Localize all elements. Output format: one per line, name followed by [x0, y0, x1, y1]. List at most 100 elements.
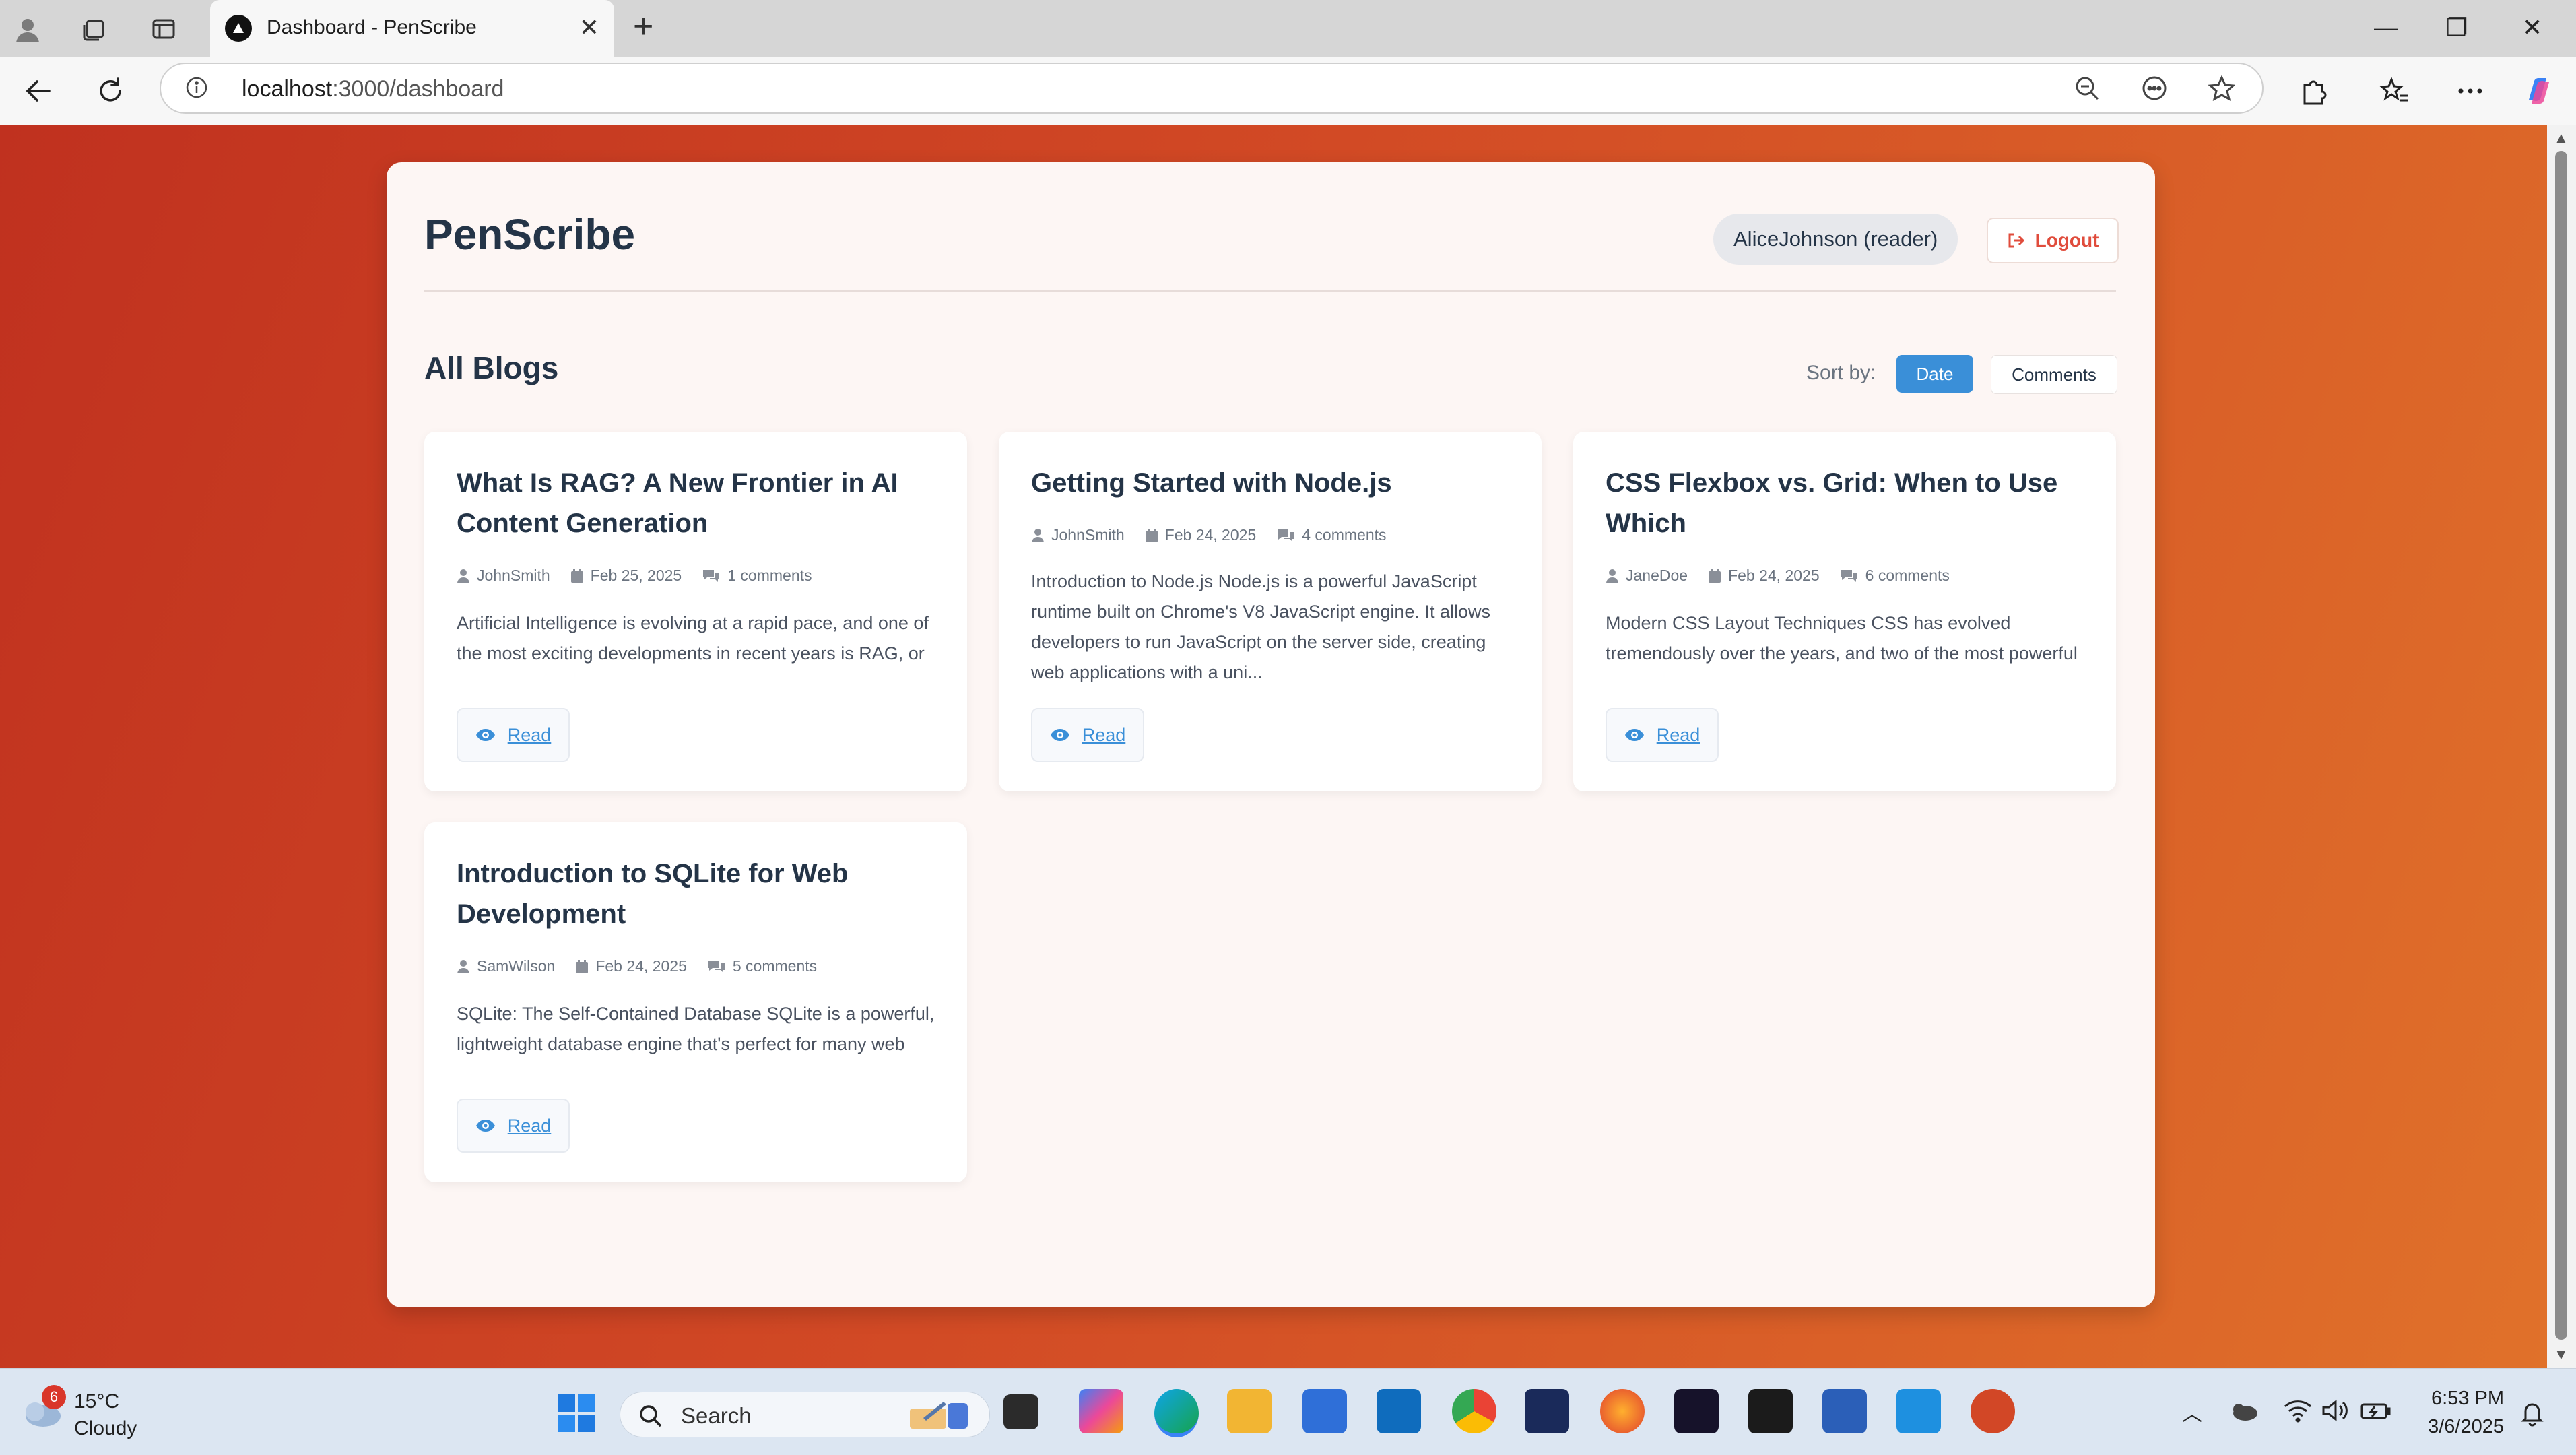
blog-meta: JohnSmith Feb 25, 2025 1 comments [457, 567, 812, 585]
eye-icon [1624, 729, 1644, 741]
scroll-thumb[interactable] [2555, 151, 2567, 1340]
zoom-out-icon[interactable] [2074, 75, 2101, 102]
comments-icon [1841, 569, 1857, 582]
tab-title: Dashboard - PenScribe [267, 16, 477, 38]
url-text: localhost:3000/dashboard [242, 76, 504, 102]
wifi-icon[interactable] [2283, 1398, 2313, 1423]
blog-comments: 4 comments [1276, 526, 1387, 544]
start-button[interactable] [556, 1393, 597, 1433]
logout-button[interactable]: Logout [1987, 218, 2119, 263]
notifications-bell-icon[interactable] [2519, 1400, 2546, 1427]
comment-count: 5 comments [732, 957, 818, 975]
onedrive-icon[interactable] [2229, 1398, 2259, 1423]
blog-card-nodejs[interactable]: Getting Started with Node.js JohnSmith F… [999, 432, 1542, 791]
sort-label: Sort by: [1806, 362, 1876, 384]
tab-dashboard[interactable]: Dashboard - PenScribe ✕ [210, 0, 614, 57]
blog-author: JaneDoe [1606, 567, 1688, 585]
blog-comments: 6 comments [1840, 567, 1950, 585]
powerpoint-icon[interactable] [1971, 1389, 2015, 1433]
sort-comments-button[interactable]: Comments [1991, 355, 2117, 394]
scroll-down-icon[interactable]: ▼ [2554, 1346, 2569, 1363]
clock-date[interactable]: 3/6/2025 [2423, 1416, 2504, 1438]
file-explorer-icon[interactable] [1227, 1389, 1272, 1433]
brand-logo[interactable]: PenScribe [424, 209, 635, 259]
outlook-icon[interactable] [1377, 1389, 1421, 1433]
blog-author: SamWilson [457, 957, 555, 975]
volume-icon[interactable] [2321, 1398, 2350, 1423]
read-button[interactable]: Read [457, 708, 570, 762]
more-options-icon[interactable] [2451, 72, 2489, 110]
user-icon [457, 959, 469, 973]
read-label: Read [1082, 724, 1126, 745]
sort-date-button[interactable]: Date [1896, 355, 1973, 393]
back-icon[interactable] [19, 72, 57, 110]
workspaces-icon[interactable] [77, 12, 110, 46]
window-close-icon[interactable]: ✕ [2522, 13, 2542, 42]
penscribe-favicon-icon [225, 15, 252, 42]
favorites-icon[interactable] [2376, 72, 2414, 110]
read-button[interactable]: Read [457, 1099, 570, 1153]
show-hidden-icons-icon[interactable]: ︿ [2182, 1397, 2202, 1427]
refresh-icon[interactable] [92, 72, 129, 110]
calendar-icon [1145, 528, 1158, 542]
windows-logo-icon [558, 1394, 595, 1432]
read-button[interactable]: Read [1031, 708, 1144, 762]
microsoft-store-icon[interactable] [1302, 1389, 1347, 1433]
tab-actions-icon[interactable] [147, 12, 180, 46]
section-title: All Blogs [424, 350, 559, 385]
read-button[interactable]: Read [1606, 708, 1719, 762]
blog-meta: JaneDoe Feb 24, 2025 6 comments [1606, 567, 1950, 585]
profile-icon[interactable] [11, 12, 44, 46]
firefox-icon[interactable] [1600, 1389, 1645, 1433]
author-name: JaneDoe [1626, 567, 1688, 584]
post-date: Feb 24, 2025 [595, 957, 687, 975]
calendar-icon [570, 569, 583, 583]
author-name: JohnSmith [1051, 526, 1125, 544]
copilot-icon[interactable] [2520, 72, 2558, 110]
page-scrollbar[interactable]: ▲ ▼ [2547, 125, 2576, 1368]
author-name: SamWilson [477, 957, 556, 975]
blog-card-sqlite[interactable]: Introduction to SQLite for Web Developme… [424, 822, 967, 1182]
blog-title[interactable]: Introduction to SQLite for Web Developme… [457, 853, 942, 934]
reading-mode-icon[interactable] [2141, 75, 2168, 102]
dashboard-container: PenScribe AliceJohnson (reader) Logout A… [387, 162, 2155, 1307]
task-view-icon[interactable] [1003, 1394, 1038, 1429]
blog-date: Feb 24, 2025 [1145, 526, 1256, 544]
site-info-icon[interactable] [185, 76, 208, 99]
scroll-up-icon[interactable]: ▲ [2554, 129, 2569, 147]
address-bar[interactable]: localhost:3000/dashboard [160, 63, 2264, 114]
blog-card-rag[interactable]: What Is RAG? A New Frontier in AI Conten… [424, 432, 967, 791]
blog-title[interactable]: CSS Flexbox vs. Grid: When to Use Which [1606, 463, 2090, 544]
author-name: JohnSmith [477, 567, 550, 584]
calendar-icon [576, 959, 589, 973]
word-icon[interactable] [1822, 1389, 1867, 1433]
jetbrains-app-icon[interactable] [1525, 1389, 1569, 1433]
clock-time[interactable]: 6:53 PM [2423, 1388, 2504, 1410]
taskbar-search[interactable]: Search [620, 1392, 990, 1437]
favorite-star-icon[interactable] [2208, 75, 2236, 102]
weather-condition: Cloudy [74, 1417, 137, 1440]
minimize-icon[interactable]: — [2374, 13, 2398, 42]
blog-excerpt: Artificial Intelligence is evolving at a… [457, 613, 929, 676]
intellij-icon[interactable] [1748, 1389, 1793, 1433]
vscode-icon[interactable] [1896, 1389, 1941, 1433]
header-divider [424, 290, 2116, 292]
webstorm-icon[interactable] [1674, 1389, 1719, 1433]
blog-title[interactable]: What Is RAG? A New Frontier in AI Conten… [457, 463, 942, 544]
new-tab-icon[interactable]: + [633, 9, 653, 44]
blog-title[interactable]: Getting Started with Node.js [1031, 463, 1516, 503]
restore-icon[interactable]: ❐ [2446, 13, 2468, 42]
copilot-app-icon[interactable] [1079, 1389, 1123, 1433]
url-host: localhost [242, 76, 333, 102]
comment-count: 6 comments [1865, 567, 1950, 584]
blog-card-css[interactable]: CSS Flexbox vs. Grid: When to Use Which … [1573, 432, 2116, 791]
extensions-icon[interactable] [2294, 72, 2332, 110]
blog-comments: 5 comments [707, 957, 817, 975]
battery-icon[interactable] [2360, 1398, 2392, 1423]
weather-alert-badge: 6 [42, 1385, 66, 1409]
read-label: Read [1656, 724, 1700, 745]
browser-tab-bar: Dashboard - PenScribe ✕ + — ❐ ✕ [0, 0, 2576, 57]
edge-app-icon[interactable] [1154, 1389, 1199, 1437]
tab-close-icon[interactable]: ✕ [579, 13, 599, 42]
chrome-icon[interactable] [1452, 1389, 1496, 1433]
